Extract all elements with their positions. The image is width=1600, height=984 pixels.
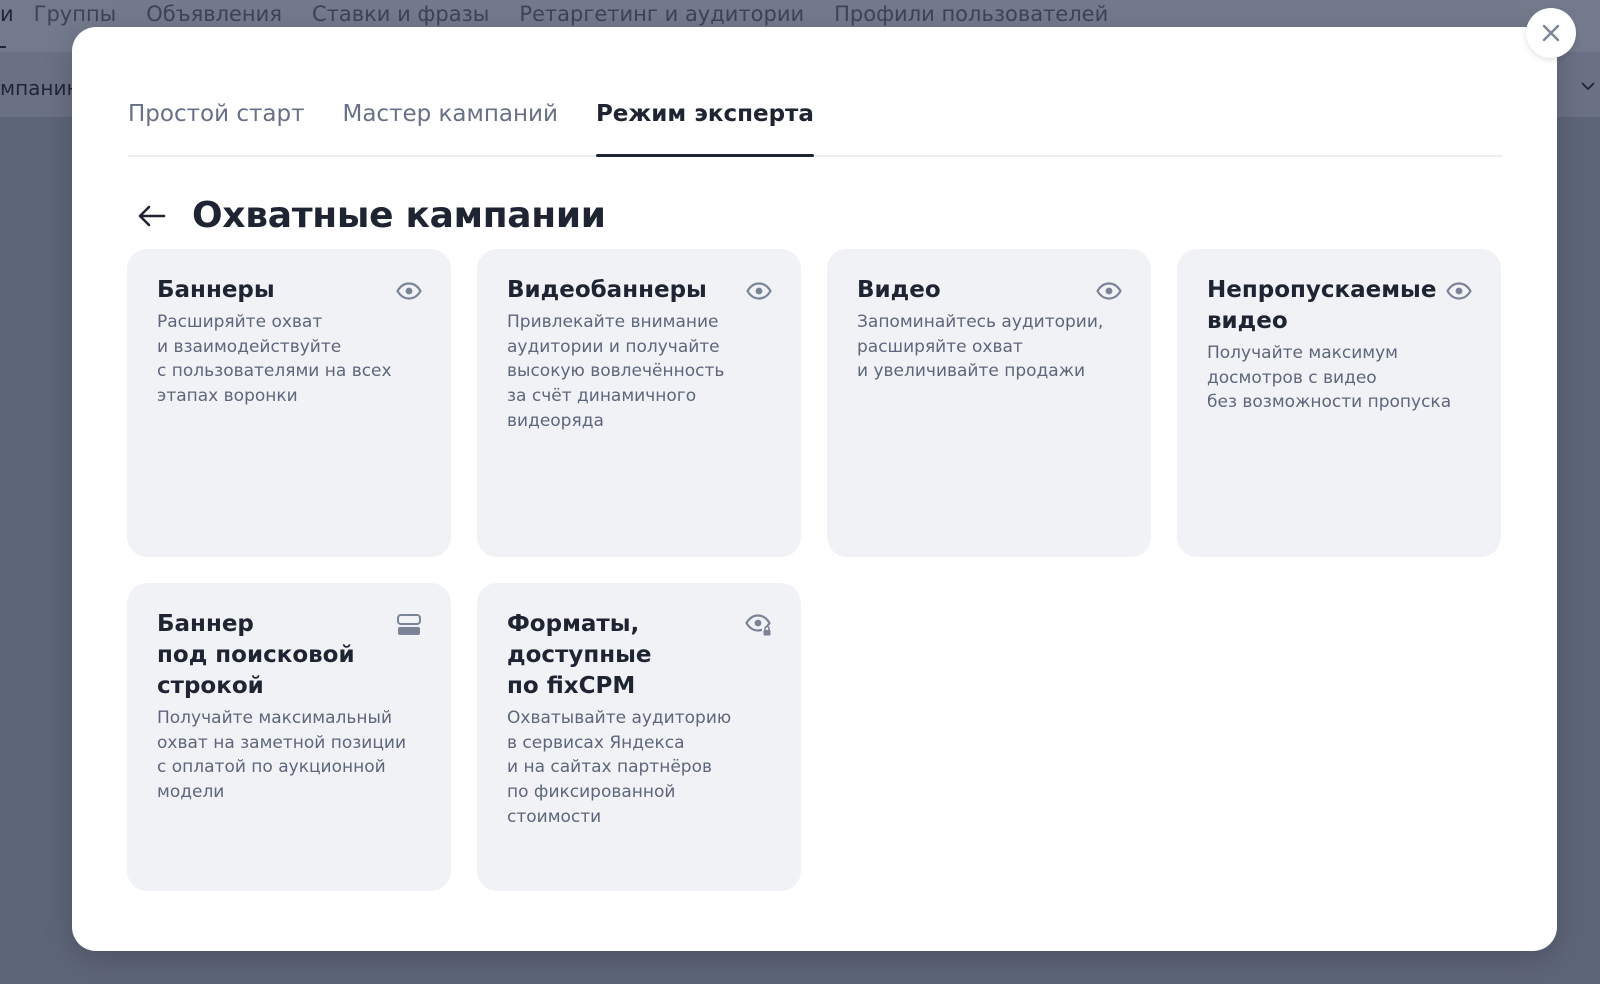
background-nav-underline bbox=[0, 46, 6, 48]
background-left-text: мпанию bbox=[0, 76, 84, 100]
background-nav: и Группы Объявления Ставки и фразы Ретар… bbox=[0, 2, 1108, 26]
eye-icon[interactable] bbox=[1095, 277, 1123, 305]
background-nav-item: Профили пользователей bbox=[834, 2, 1109, 26]
card-title: Форматы, доступные по fixCPM bbox=[507, 611, 652, 699]
campaign-card-search-banner[interactable]: Баннер под поисковой строкой Получайте м… bbox=[127, 583, 451, 891]
campaign-card-video-banners[interactable]: Видеобаннеры Привлекайте внимание аудито… bbox=[477, 249, 801, 557]
card-title: Видео bbox=[857, 277, 941, 303]
tab-expert-mode[interactable]: Режим эксперта bbox=[595, 67, 814, 157]
background-nav-item: Группы bbox=[33, 2, 117, 26]
tab-label: Простой старт bbox=[128, 101, 305, 127]
close-icon bbox=[1542, 24, 1560, 42]
card-title: Непропускаемые видео bbox=[1207, 277, 1437, 334]
page-title: Охватные кампании bbox=[192, 195, 606, 236]
card-description: Расширяйте охват и взаимодействуйте с по… bbox=[157, 312, 392, 407]
card-title: Видеобаннеры bbox=[507, 277, 707, 303]
card-title: Баннер под поисковой строкой bbox=[157, 611, 355, 699]
card-title: Баннеры bbox=[157, 277, 275, 303]
mode-tabs: Простой старт Мастер кампаний Режим эксп… bbox=[128, 67, 1503, 157]
tab-label: Режим эксперта bbox=[595, 101, 814, 127]
eye-icon[interactable] bbox=[745, 277, 773, 305]
card-description: Получайте максимальный охват на заметной… bbox=[157, 708, 407, 803]
section-header: Охватные кампании bbox=[134, 195, 606, 236]
campaign-type-modal: Простой старт Мастер кампаний Режим эксп… bbox=[72, 27, 1557, 951]
card-description: Запоминайтесь аудитории, расширяйте охва… bbox=[857, 312, 1104, 382]
card-description: Охватывайте аудиторию в сервисах Яндекса… bbox=[507, 708, 732, 827]
search-banner-icon[interactable] bbox=[395, 611, 423, 639]
campaign-card-video[interactable]: Видео Запоминайтесь аудитории, расширяйт… bbox=[827, 249, 1151, 557]
back-button[interactable] bbox=[134, 198, 170, 234]
eye-icon[interactable] bbox=[1445, 277, 1473, 305]
chevron-down-icon bbox=[1581, 82, 1595, 91]
tab-campaign-wizard[interactable]: Мастер кампаний bbox=[342, 67, 557, 155]
background-nav-item: и bbox=[0, 2, 14, 26]
campaign-card-banners[interactable]: Баннеры Расширяйте охват и взаимодейству… bbox=[127, 249, 451, 557]
close-button[interactable] bbox=[1526, 8, 1576, 58]
tab-label: Мастер кампаний bbox=[342, 101, 558, 127]
background-nav-item: Объявления bbox=[146, 2, 282, 26]
arrow-left-icon bbox=[138, 205, 166, 226]
tab-simple-start[interactable]: Простой старт bbox=[128, 67, 304, 155]
background-nav-item: Ретаргетинг и аудитории bbox=[519, 2, 805, 26]
campaign-card-non-skippable-video[interactable]: Непропускаемые видео Получайте максимум … bbox=[1177, 249, 1501, 557]
campaign-card-fixcpm-formats[interactable]: Форматы, доступные по fixCPM Охватывайте… bbox=[477, 583, 801, 891]
card-description: Получайте максимум досмотров с видео без… bbox=[1207, 343, 1452, 413]
background-nav-item: Ставки и фразы bbox=[311, 2, 490, 26]
eye-lock-icon[interactable] bbox=[745, 611, 773, 639]
card-description: Привлекайте внимание аудитории и получай… bbox=[507, 312, 725, 431]
eye-icon[interactable] bbox=[395, 277, 423, 305]
